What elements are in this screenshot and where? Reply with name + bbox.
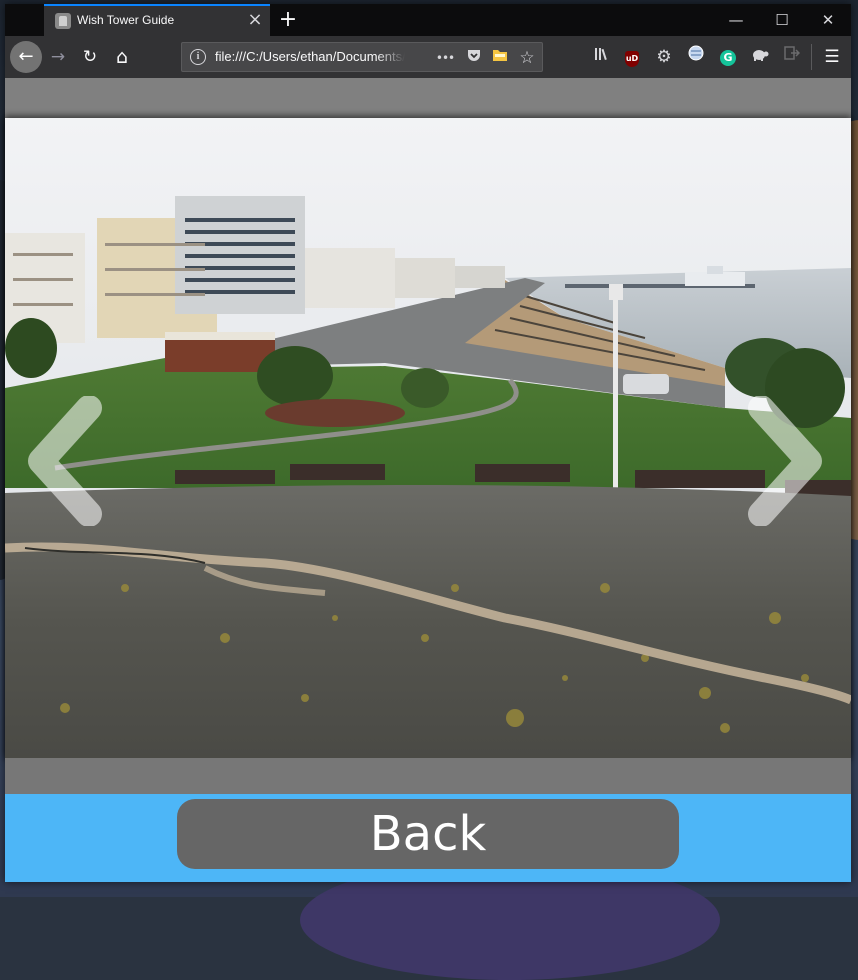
forward-button[interactable]: →	[43, 42, 73, 72]
home-button[interactable]: ⌂	[107, 42, 137, 72]
tab-wish-tower-guide[interactable]: Wish Tower Guide ×	[44, 4, 270, 36]
folder-icon[interactable]	[489, 47, 511, 69]
grammarly-label: G	[720, 50, 736, 66]
chevron-right-icon[interactable]	[741, 396, 831, 526]
turtle-icon[interactable]	[747, 44, 773, 70]
pocket-icon[interactable]	[463, 47, 485, 69]
minimize-button[interactable]: —	[713, 4, 759, 36]
browser-window: Wish Tower Guide × + — ☐ ✕ ← → ↻ ⌂ i fil…	[5, 4, 851, 882]
close-tab-icon[interactable]: ×	[246, 11, 264, 29]
page-actions-icon[interactable]: •••	[434, 47, 456, 69]
globe-icon[interactable]	[683, 44, 709, 70]
bookmark-star-icon[interactable]: ☆	[516, 47, 538, 69]
menu-button[interactable]: ☰	[817, 42, 847, 72]
exit-icon[interactable]	[779, 44, 805, 70]
back-button[interactable]: ←	[10, 41, 42, 73]
reload-button[interactable]: ↻	[75, 42, 105, 72]
close-window-button[interactable]: ✕	[805, 4, 851, 36]
ublock-icon[interactable]: uD	[619, 44, 645, 70]
url-text[interactable]: file:///C:/Users/ethan/Documents/	[215, 49, 405, 64]
url-bar[interactable]: i file:///C:/Users/ethan/Documents/ ••• …	[181, 42, 543, 72]
tab-strip: Wish Tower Guide × + — ☐ ✕	[5, 4, 851, 36]
tower-favicon-icon	[55, 13, 71, 29]
gear-icon[interactable]: ⚙	[651, 44, 677, 70]
footer-bar: Back	[5, 794, 851, 882]
chevron-left-icon[interactable]	[19, 396, 109, 526]
toolbar-separator	[811, 44, 812, 70]
grammarly-icon[interactable]: G	[715, 44, 741, 70]
back-page-button[interactable]: Back	[177, 799, 679, 869]
library-icon[interactable]	[589, 44, 615, 70]
image-caption-strip	[5, 758, 851, 794]
new-tab-button[interactable]: +	[275, 7, 301, 33]
seafront-photo	[5, 118, 851, 758]
site-info-icon[interactable]: i	[190, 49, 206, 65]
photo-viewer	[5, 118, 851, 758]
maximize-button[interactable]: ☐	[759, 4, 805, 36]
navigation-toolbar: ← → ↻ ⌂ i file:///C:/Users/ethan/Documen…	[5, 36, 851, 78]
tab-title: Wish Tower Guide	[77, 13, 175, 27]
page-content: Back	[5, 78, 851, 882]
ublock-label: uD	[625, 51, 639, 67]
